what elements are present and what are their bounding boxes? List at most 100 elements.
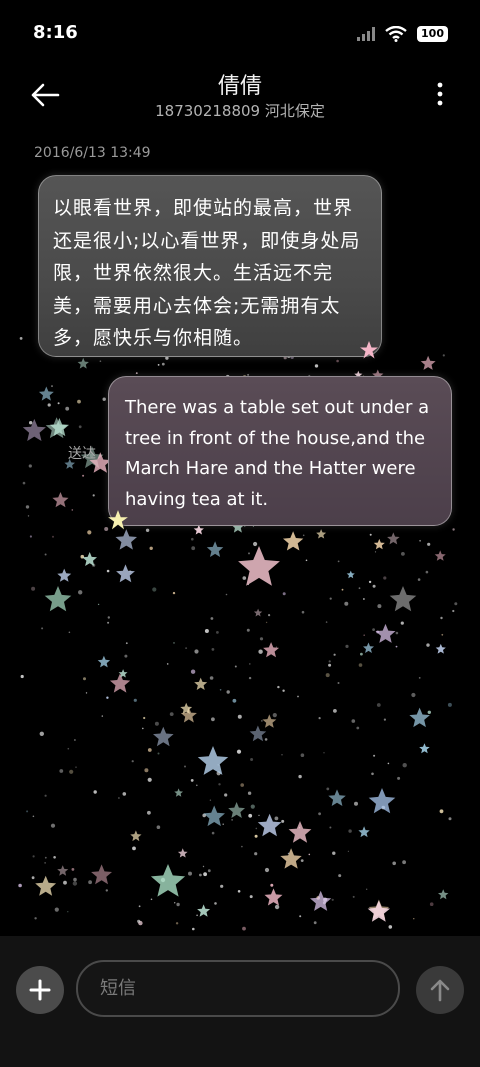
star-dust [341, 588, 344, 591]
star-dust [302, 534, 305, 537]
star-dust [224, 793, 228, 797]
star-dust [222, 823, 224, 825]
star-dust [454, 602, 458, 606]
star-shape [328, 789, 346, 806]
signal-icon [357, 27, 376, 41]
star-dust [190, 779, 194, 782]
star-dust [363, 634, 366, 636]
star-shape [409, 707, 430, 728]
contact-number-location: 18730218809 河北保定 [155, 102, 325, 120]
star-dust [125, 642, 128, 645]
star-dust [372, 628, 375, 631]
star-dust [249, 663, 251, 665]
star-dust [400, 621, 404, 625]
star-dust [336, 359, 339, 363]
star-dust [145, 528, 150, 532]
star-dust [106, 569, 110, 573]
star-dust [83, 677, 86, 681]
star-dust [250, 804, 255, 809]
star-dust [34, 917, 37, 920]
message-input[interactable] [76, 960, 400, 1017]
outgoing-message-bubble[interactable]: There was a table set out under a tree i… [108, 376, 452, 530]
star-dust [272, 713, 277, 718]
star-dust [204, 629, 209, 633]
star-shape [38, 386, 54, 401]
star-dust [248, 813, 253, 818]
star-dust [101, 715, 104, 717]
star-dust [51, 385, 53, 388]
star-dust [373, 754, 376, 757]
star-shape [346, 570, 355, 579]
star-dust [247, 791, 252, 795]
star-shape [280, 848, 302, 869]
star-dust [427, 542, 431, 546]
star-dust [22, 481, 26, 485]
star-dust [26, 810, 29, 813]
star-dust [57, 402, 60, 405]
star-dust [402, 860, 406, 865]
star-dust [333, 653, 336, 656]
star-dust [255, 827, 258, 830]
star-dust [154, 721, 159, 726]
star-dust [254, 834, 258, 838]
star-shape [316, 529, 327, 539]
star-shape [197, 746, 229, 775]
star-dust [149, 546, 153, 550]
star-shape [57, 568, 72, 582]
star-dust [395, 645, 398, 648]
star-dust [78, 590, 83, 595]
star-dust [157, 752, 160, 755]
star-dust [282, 592, 286, 596]
star-dust [372, 584, 376, 588]
star-shape [194, 677, 208, 690]
star-dust [331, 898, 334, 901]
star-dust [106, 696, 109, 699]
star-dust [254, 852, 258, 856]
star-dust [124, 654, 128, 658]
star-dust [253, 541, 258, 547]
star-dust [44, 856, 47, 859]
star-dust [73, 877, 77, 882]
star-shape [35, 875, 57, 896]
star-dust [28, 464, 32, 468]
star-dust [401, 552, 405, 556]
star-dust [344, 601, 349, 606]
star-dust [54, 907, 59, 912]
star-shape [358, 826, 370, 838]
star-dust [300, 753, 305, 757]
star-dust [68, 631, 71, 634]
star-dust [419, 539, 421, 542]
star-dust [313, 921, 317, 925]
star-dust [143, 716, 146, 720]
star-shape [253, 608, 263, 617]
star-dust [439, 809, 444, 814]
star-dust [105, 889, 109, 892]
star-dust [191, 546, 196, 551]
star-dust [53, 856, 56, 859]
star-dust [281, 754, 283, 756]
star-dust [44, 794, 47, 797]
star-shape [116, 564, 135, 583]
star-dust [337, 682, 340, 684]
star-dust [88, 880, 92, 885]
star-dust [82, 474, 85, 477]
plus-icon [29, 979, 51, 1001]
star-dust [99, 360, 102, 362]
star-dust [107, 621, 110, 624]
star-dust [147, 748, 152, 752]
star-dust [67, 747, 70, 750]
star-dust [360, 652, 363, 656]
star-dust [25, 505, 30, 509]
attach-button[interactable] [16, 966, 64, 1014]
star-dust [411, 692, 416, 698]
star-shape [420, 355, 436, 370]
star-shape [228, 802, 245, 818]
send-button[interactable] [416, 966, 464, 1014]
star-dust [328, 660, 331, 663]
star-dust [376, 703, 381, 707]
incoming-message-bubble[interactable]: 以眼看世界，即使站的最高，世界还是很小;以心看世界，即使身处局限，世界依然很大。… [38, 175, 382, 359]
star-dust [246, 628, 250, 632]
star-dust [234, 665, 237, 668]
more-options-button[interactable] [430, 80, 450, 110]
star-dust [65, 406, 70, 411]
